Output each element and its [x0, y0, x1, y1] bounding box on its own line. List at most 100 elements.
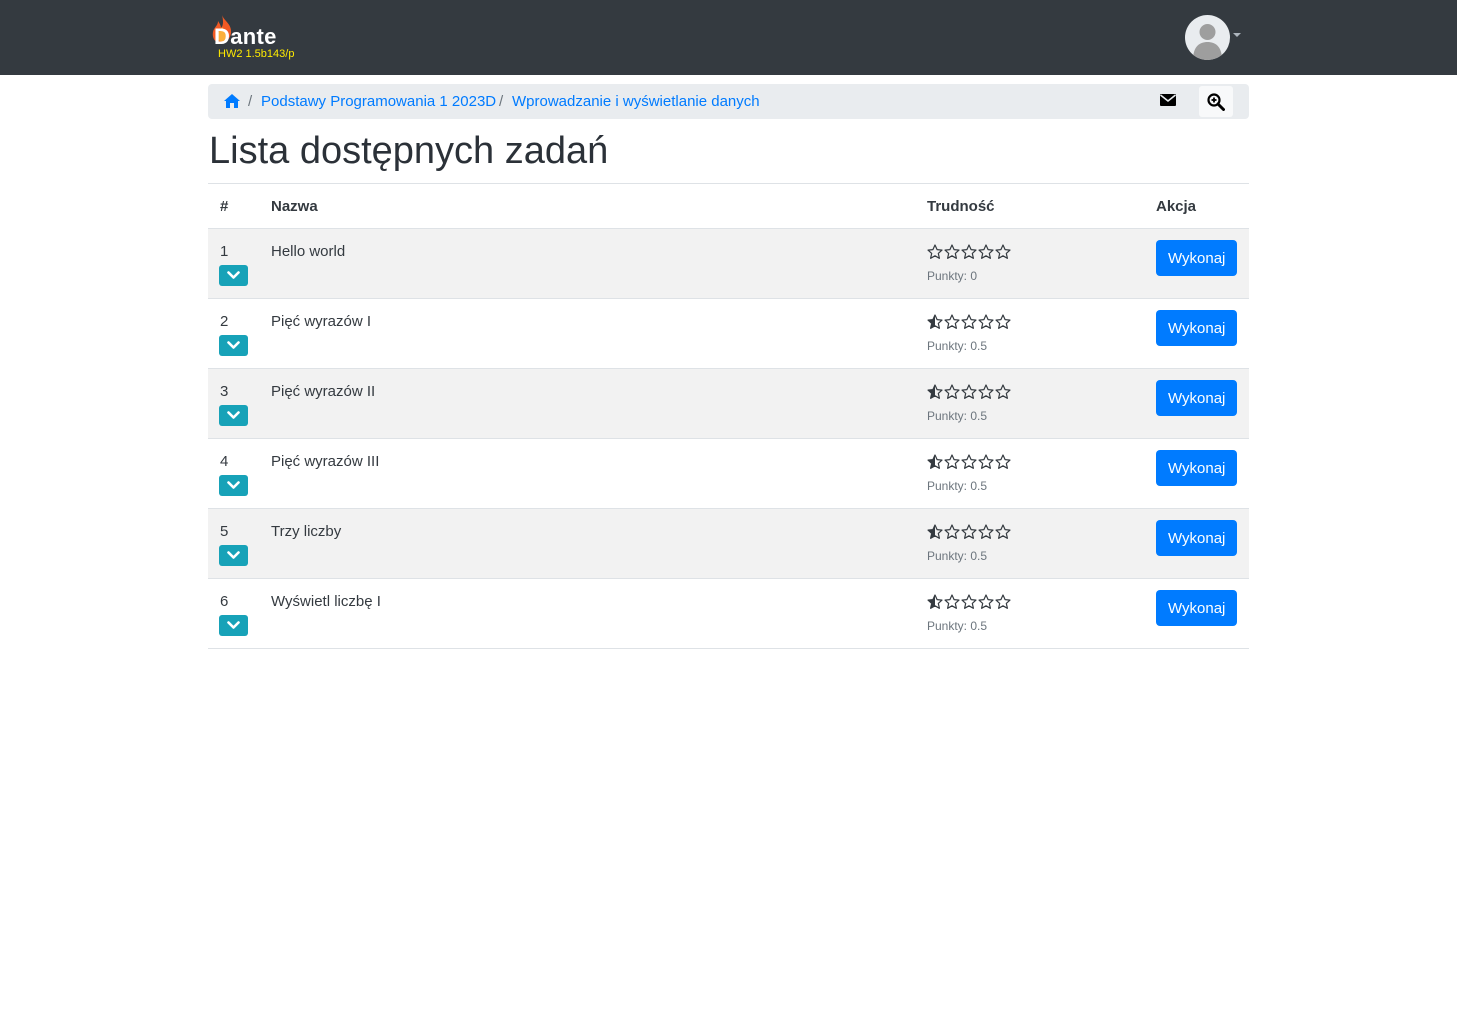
task-points: Punkty: 0.5 [927, 339, 988, 353]
star-empty-icon [995, 594, 1011, 609]
table-row: 1 Hello world Punkty: 0 Wykonaj [208, 228, 1249, 299]
difficulty-stars [927, 244, 1011, 260]
cell-difficulty: Punkty: 0.5 [915, 368, 1144, 439]
task-points: Punkty: 0 [927, 269, 978, 283]
cell-name: Pięć wyrazów I [259, 298, 915, 369]
expand-toggle-button[interactable] [219, 265, 248, 286]
brand-version: HW2 1.5b143/p [218, 48, 295, 60]
table-row: 3 Pięć wyrazów II Punkty: 0.5 Wykonaj [208, 368, 1249, 439]
envelope-icon[interactable] [1159, 93, 1177, 112]
star-half-icon [927, 454, 943, 469]
execute-button[interactable]: Wykonaj [1156, 590, 1238, 626]
difficulty-stars [927, 454, 1011, 470]
star-half-icon [927, 384, 943, 399]
star-empty-icon [995, 384, 1011, 399]
star-empty-icon [995, 314, 1011, 329]
execute-button[interactable]: Wykonaj [1156, 240, 1238, 276]
task-points: Punkty: 0.5 [927, 479, 988, 493]
brand-name: Dante [214, 24, 277, 49]
task-name: Pięć wyrazów II [271, 383, 376, 400]
difficulty-stars [927, 314, 1011, 330]
star-empty-icon [961, 594, 977, 609]
task-number: 5 [220, 523, 229, 540]
task-number: 4 [220, 453, 229, 470]
star-half-icon [927, 594, 943, 609]
breadcrumb: / Podstawy Programowania 1 2023D / Wprow… [208, 84, 1249, 119]
cell-num: 6 [208, 578, 259, 649]
task-number: 3 [220, 383, 229, 400]
star-empty-icon [944, 384, 960, 399]
expand-toggle-button[interactable] [219, 405, 248, 426]
star-empty-icon [927, 244, 943, 259]
chevron-down-icon [227, 621, 240, 629]
tasks-table: # Nazwa Trudność Akcja 1 Hello world Punkt… [208, 183, 1249, 649]
task-name: Pięć wyrazów I [271, 313, 372, 330]
user-icon [1193, 24, 1222, 60]
top-navbar: Dante HW2 1.5b143/p [0, 0, 1457, 75]
star-empty-icon [961, 524, 977, 539]
expand-toggle-button[interactable] [219, 475, 248, 496]
difficulty-stars [927, 524, 1011, 540]
header-num: # [208, 183, 259, 229]
caret-down-icon[interactable] [1233, 33, 1241, 37]
star-empty-icon [944, 594, 960, 609]
cell-action: Wykonaj [1144, 298, 1249, 369]
cell-difficulty: Punkty: 0.5 [915, 298, 1144, 369]
star-empty-icon [978, 384, 994, 399]
star-empty-icon [995, 454, 1011, 469]
breadcrumb-topic-link[interactable]: Wprowadzanie i wyświetlanie danych [512, 93, 760, 110]
star-half-icon [927, 314, 943, 329]
user-avatar[interactable] [1185, 15, 1230, 60]
table-row: 5 Trzy liczby Punkty: 0.5 Wykonaj [208, 508, 1249, 579]
expand-toggle-button[interactable] [219, 335, 248, 356]
cell-num: 3 [208, 368, 259, 439]
cell-name: Trzy liczby [259, 508, 915, 579]
star-empty-icon [995, 244, 1011, 259]
chevron-down-icon [227, 341, 240, 349]
search-button[interactable] [1199, 86, 1233, 117]
star-empty-icon [995, 524, 1011, 539]
execute-button[interactable]: Wykonaj [1156, 380, 1238, 416]
chevron-down-icon [227, 271, 240, 279]
cell-action: Wykonaj [1144, 368, 1249, 439]
cell-name: Wyświetl liczbę I [259, 578, 915, 649]
chevron-down-icon [227, 481, 240, 489]
cell-num: 4 [208, 438, 259, 509]
breadcrumb-course-link[interactable]: Podstawy Programowania 1 2023D [261, 93, 496, 110]
execute-button[interactable]: Wykonaj [1156, 520, 1238, 556]
cell-name: Pięć wyrazów II [259, 368, 915, 439]
home-icon[interactable] [223, 93, 241, 114]
header-action: Akcja [1144, 183, 1249, 229]
star-empty-icon [978, 594, 994, 609]
execute-button[interactable]: Wykonaj [1156, 450, 1238, 486]
breadcrumb-separator: / [248, 93, 253, 110]
cell-action: Wykonaj [1144, 508, 1249, 579]
cell-difficulty: Punkty: 0.5 [915, 438, 1144, 509]
expand-toggle-button[interactable] [219, 615, 248, 636]
chevron-down-icon [227, 551, 240, 559]
table-header-row: # Nazwa Trudność Akcja [208, 183, 1249, 229]
star-empty-icon [944, 244, 960, 259]
task-number: 6 [220, 593, 229, 610]
star-empty-icon [978, 314, 994, 329]
difficulty-stars [927, 594, 1011, 610]
star-empty-icon [978, 244, 994, 259]
table-row: 4 Pięć wyrazów III Punkty: 0.5 Wykonaj [208, 438, 1249, 509]
cell-num: 2 [208, 298, 259, 369]
star-half-icon [927, 524, 943, 539]
cell-num: 1 [208, 228, 259, 299]
cell-name: Pięć wyrazów III [259, 438, 915, 509]
cell-action: Wykonaj [1144, 438, 1249, 509]
chevron-down-icon [227, 411, 240, 419]
header-name: Nazwa [259, 183, 915, 229]
star-empty-icon [961, 454, 977, 469]
star-empty-icon [961, 314, 977, 329]
execute-button[interactable]: Wykonaj [1156, 310, 1238, 346]
task-points: Punkty: 0.5 [927, 409, 988, 423]
cell-num: 5 [208, 508, 259, 579]
star-empty-icon [978, 454, 994, 469]
brand-logo[interactable]: Dante HW2 1.5b143/p [210, 14, 310, 64]
expand-toggle-button[interactable] [219, 545, 248, 566]
cell-action: Wykonaj [1144, 228, 1249, 299]
star-empty-icon [978, 524, 994, 539]
